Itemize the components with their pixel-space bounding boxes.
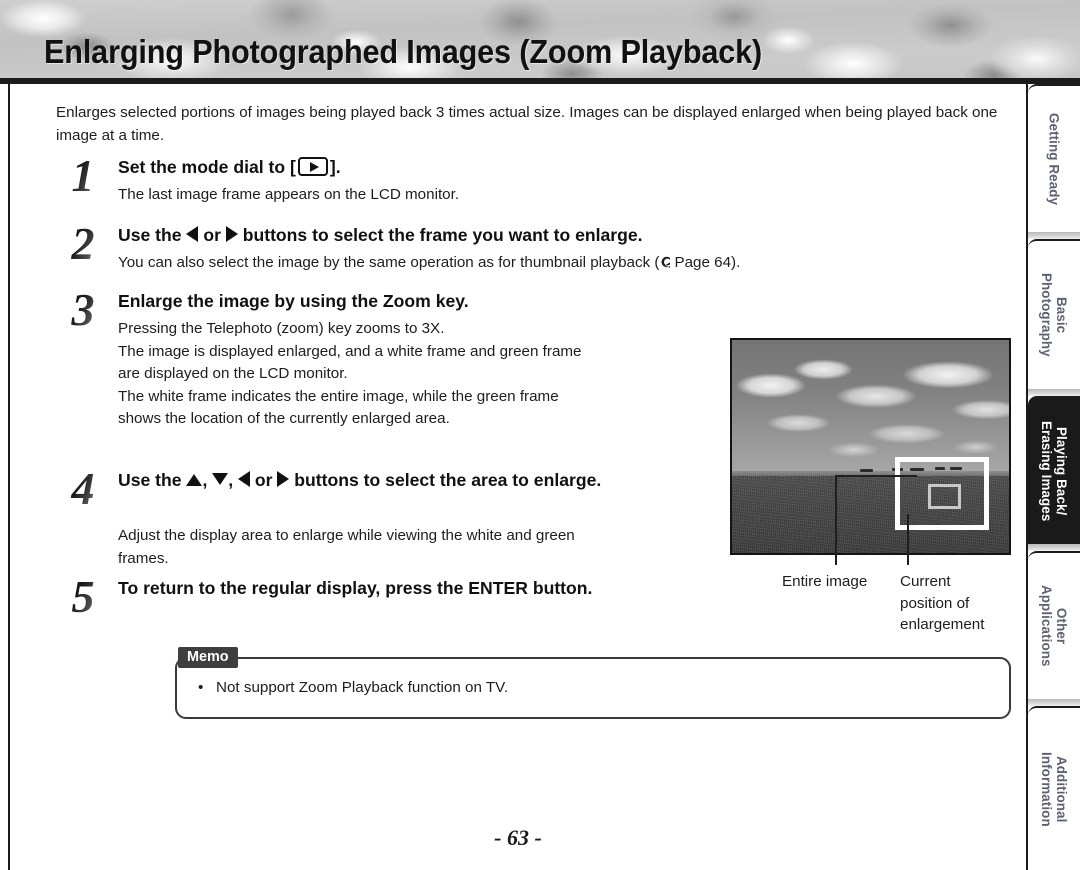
step-3-heading: Enlarge the image by using the Zoom key. <box>118 291 469 311</box>
sidebar-tab-label: Additional Information <box>1039 751 1069 827</box>
step-number-5: 5 <box>56 573 110 623</box>
step-4-heading-pre: Use the <box>118 470 182 490</box>
caption-current-position: Current position of enlargement <box>900 573 985 633</box>
page-title: Enlarging Photographed Images (Zoom Play… <box>44 33 763 70</box>
step-3-body-line-1: Pressing the Telephoto (zoom) key zooms … <box>118 320 445 337</box>
sidebar-tab-label: Getting Ready <box>1046 112 1062 206</box>
sidebar-tab-label: Other Applications <box>1039 585 1069 667</box>
step-4-body: Adjust the display area to enlarge while… <box>118 525 575 570</box>
step-4-heading-comma1: , <box>202 470 208 490</box>
memo-list-item: • Not support Zoom Playback function on T… <box>198 679 508 696</box>
arrow-right-icon <box>225 226 238 242</box>
intro-paragraph: Enlarges selected portions of images bei… <box>56 104 998 144</box>
step-2-body: You can also select the image by the sam… <box>118 252 740 275</box>
step-3-body-line-2: The image is displayed enlarged, and a w… <box>118 342 582 360</box>
sidebar-tab-label: Playing Back/ Erasing Images <box>1039 420 1069 522</box>
step-1-heading: Set the mode dial to []. <box>118 155 341 180</box>
arrow-left-icon <box>238 471 251 487</box>
step-4-body-line-2: frames. <box>118 549 169 567</box>
lcd-preview-photo <box>730 338 1011 555</box>
arrow-left-icon <box>186 226 199 242</box>
step-number-2: 2 <box>56 220 110 270</box>
sidebar-tab-other-applications[interactable]: Other Applications <box>1028 551 1080 699</box>
leader-line-entire-image-horizontal <box>835 475 917 477</box>
step-2-body-pre: You can also select the image by the sam… <box>118 254 660 271</box>
sidebar-tab-getting-ready[interactable]: Getting Ready <box>1028 84 1080 232</box>
sidebar-tab-label: Basic Photography <box>1039 273 1069 357</box>
current-position-green-frame <box>928 484 961 509</box>
tab-divider-shadow <box>1028 544 1080 551</box>
tab-divider-shadow <box>1028 699 1080 706</box>
memo-label: Memo <box>178 647 238 668</box>
arrow-right-icon <box>277 471 290 487</box>
step-2-body-post: Page 64). <box>674 254 741 271</box>
page-number: - 63 - <box>494 825 542 850</box>
page-content: Enlarges selected portions of images bei… <box>10 84 1026 870</box>
step-3-body-line-3: are displayed on the LCD monitor. <box>118 365 348 382</box>
step-3-body-line-5: shows the location of the currently enla… <box>118 410 450 427</box>
photo-treeline <box>860 469 873 472</box>
step-2-heading-pre: Use the <box>118 225 182 245</box>
leader-line-current-position-vertical <box>907 514 909 565</box>
step-1-heading-post: ]. <box>329 157 341 177</box>
step-2-heading-mid: or <box>203 225 221 245</box>
playback-mode-dial-icon <box>297 157 328 176</box>
sidebar-tab-playing-back-erasing-images[interactable]: Playing Back/ Erasing Images <box>1028 396 1080 544</box>
sidebar-tab-basic-photography[interactable]: Basic Photography <box>1028 239 1080 389</box>
step-number-1: 1 <box>56 152 110 202</box>
step-4-heading: Use the , , or buttons to select the are… <box>118 468 678 493</box>
step-3-body-line-4: The white frame indicates the entire ima… <box>118 387 559 405</box>
tab-divider-shadow <box>1028 389 1080 396</box>
step-3-body: Pressing the Telephoto (zoom) key zooms … <box>118 318 582 431</box>
step-2-heading: Use the or buttons to select the frame y… <box>118 223 643 248</box>
step-4-body-line-1: Adjust the display area to enlarge while… <box>118 527 575 544</box>
leader-line-entire-image-vertical <box>835 475 837 565</box>
step-5-heading: To return to the regular display, press … <box>118 578 593 598</box>
step-4-heading-mid: or <box>254 470 273 490</box>
step-4-heading-post: buttons to select the area to enlarge. <box>294 470 602 490</box>
page-header-band: Enlarging Photographed Images (Zoom Play… <box>0 0 1080 84</box>
step-number-3: 3 <box>56 286 110 336</box>
step-1-body: The last image frame appears on the LCD … <box>118 186 460 203</box>
bullet-icon: • <box>198 679 204 696</box>
step-4-heading-comma2: , <box>228 470 234 490</box>
tab-divider-shadow <box>1028 232 1080 239</box>
sidebar-tab-additional-information[interactable]: Additional Information <box>1028 706 1080 870</box>
arrow-down-icon <box>212 473 229 485</box>
arrow-up-icon <box>186 474 203 486</box>
step-number-4: 4 <box>56 465 110 515</box>
step-2-heading-post: buttons to select the frame you want to … <box>242 225 643 245</box>
memo-item-text: Not support Zoom Playback function on TV… <box>216 679 509 696</box>
caption-entire-image: Entire image <box>782 573 868 590</box>
section-tab-column: Getting Ready Basic Photography Playing … <box>1028 84 1080 870</box>
photo-sky <box>732 340 1009 475</box>
see-also-arrow-icon <box>661 256 671 268</box>
step-1-heading-pre: Set the mode dial to [ <box>118 157 296 177</box>
manual-page: Enlarging Photographed Images (Zoom Play… <box>0 0 1080 870</box>
